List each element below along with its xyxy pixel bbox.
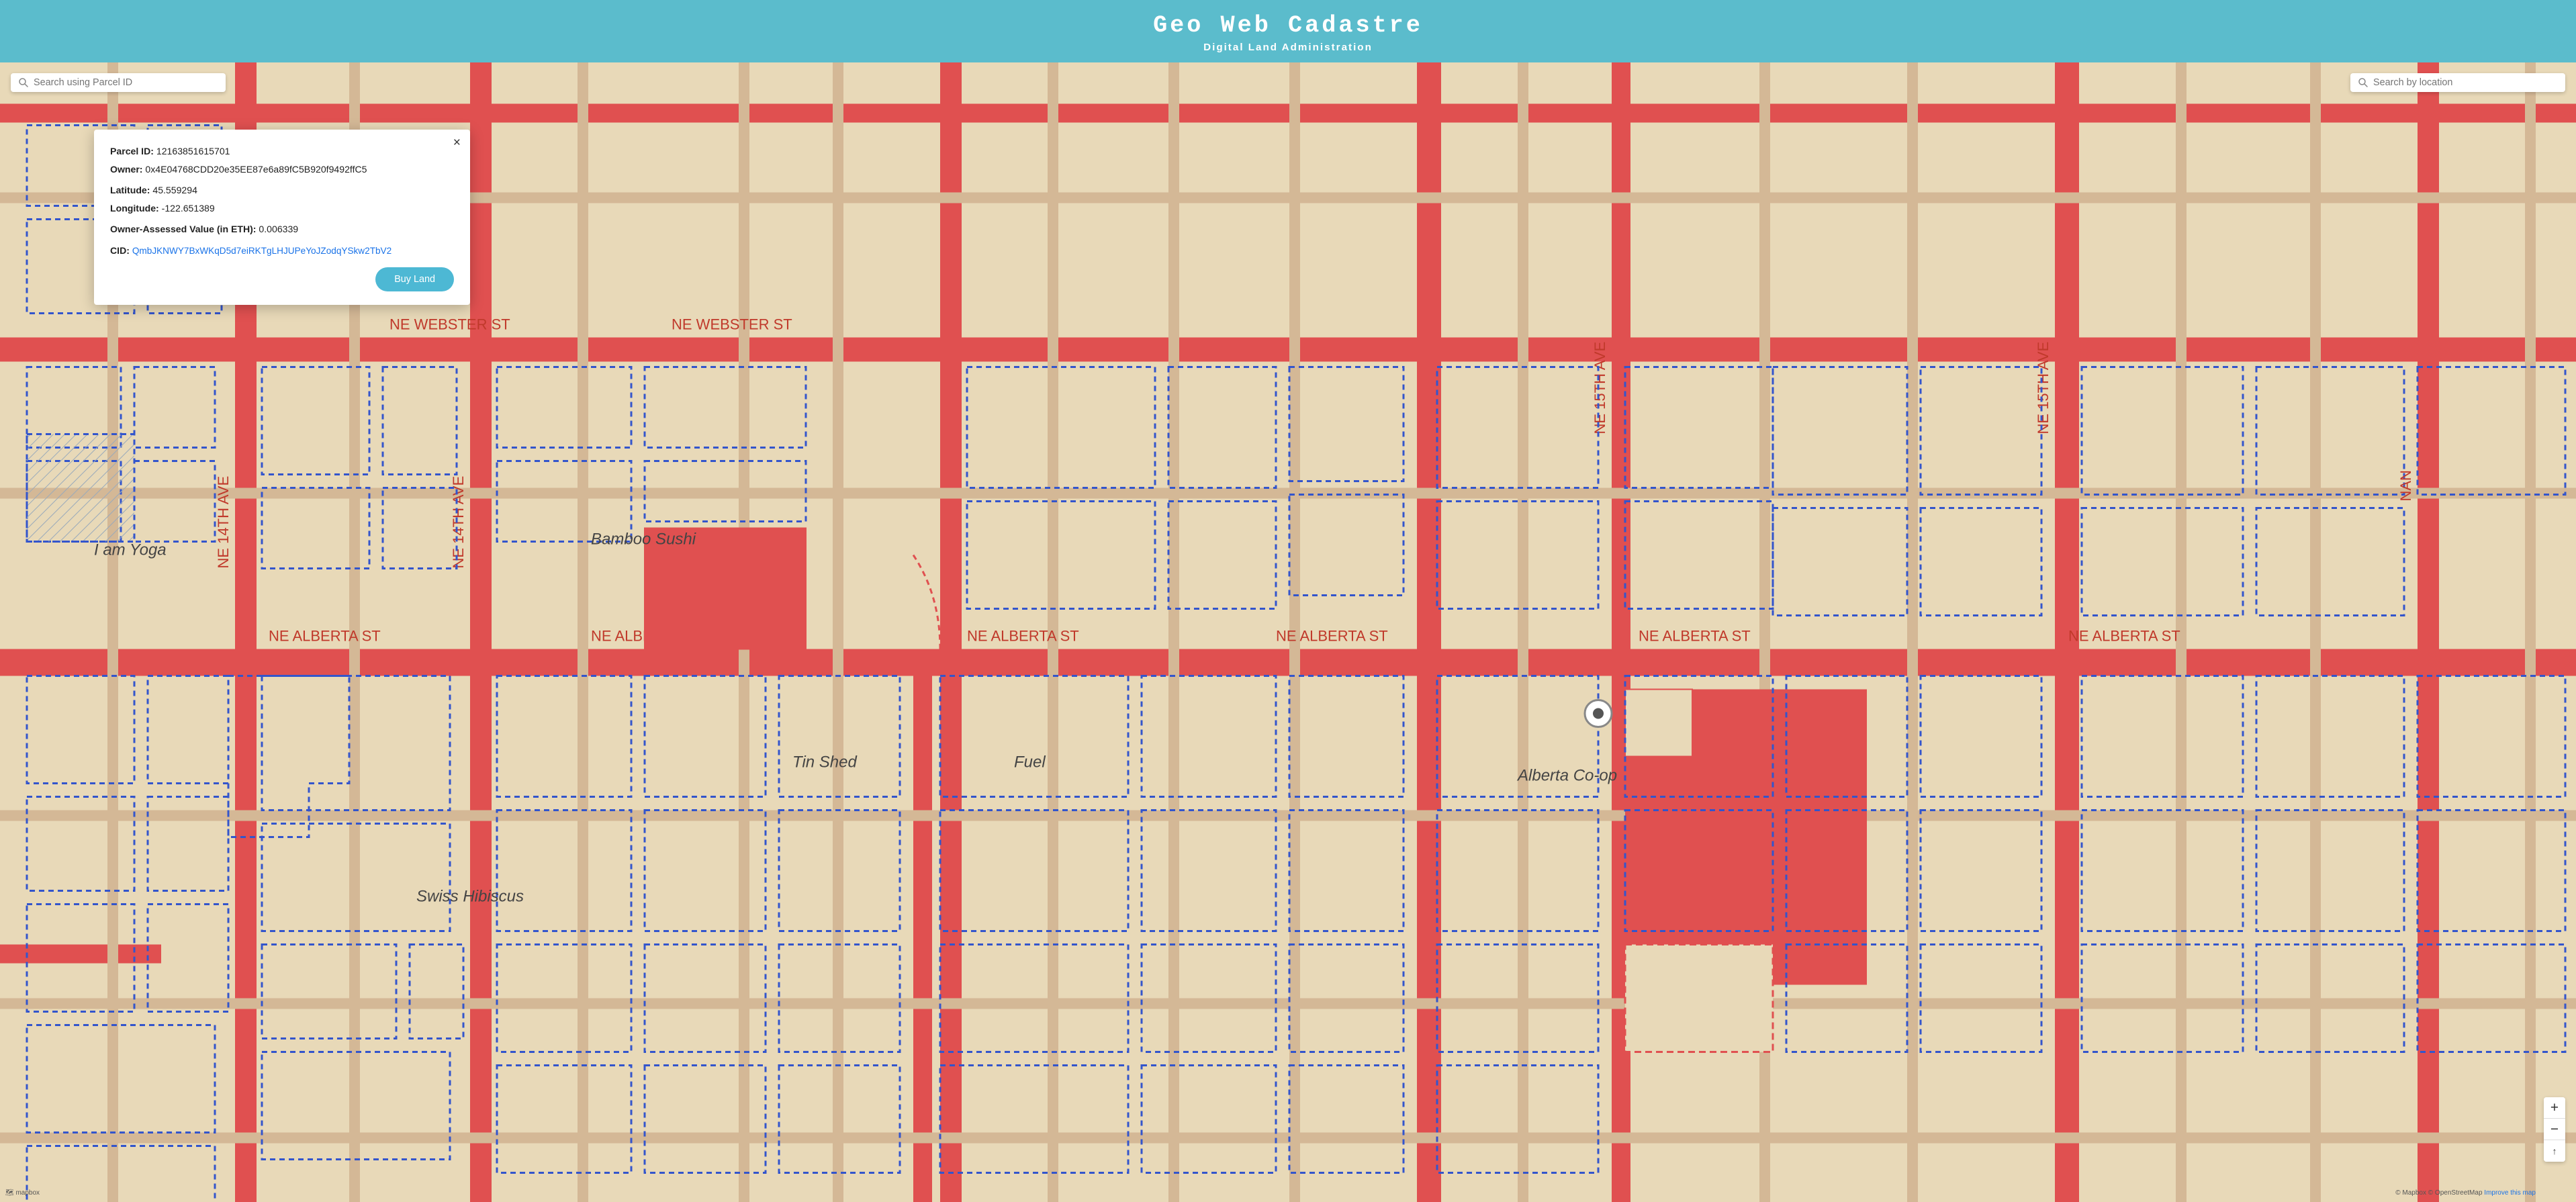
osm-attribution: © OpenStreetMap — [2428, 1189, 2483, 1197]
zoom-in-button[interactable]: + — [2544, 1097, 2565, 1119]
mapbox-logo-text: 🗺 mapbox — [5, 1189, 40, 1197]
svg-text:NE ALBERTA ST: NE ALBERTA ST — [967, 628, 1079, 645]
zoom-controls: + − ↑ — [2544, 1097, 2565, 1162]
svg-text:Bamboo Sushi: Bamboo Sushi — [591, 530, 696, 549]
svg-text:NE ALBERTA ST: NE ALBERTA ST — [1639, 628, 1751, 645]
svg-text:NE ALBERTA ST: NE ALBERTA ST — [1276, 628, 1388, 645]
mapbox-logo: 🗺 mapbox — [5, 1189, 40, 1197]
north-button[interactable]: ↑ — [2544, 1140, 2565, 1162]
parcel-id-input[interactable] — [34, 77, 218, 88]
owner-row: Owner: 0x4E04768CDD20e35EE87e6a89fC5B920… — [110, 163, 454, 177]
svg-text:NE WEBSTER ST: NE WEBSTER ST — [389, 316, 510, 333]
svg-text:Swiss Hibiscus: Swiss Hibiscus — [416, 888, 524, 906]
latitude-row: Latitude: 45.559294 — [110, 183, 454, 197]
longitude-row: Longitude: -122.651389 — [110, 201, 454, 216]
longitude-value: -122.651389 — [162, 203, 215, 214]
svg-text:Fuel: Fuel — [1014, 753, 1046, 772]
oav-row: Owner-Assessed Value (in ETH): 0.006339 — [110, 222, 454, 236]
app-header: Geo Web Cadastre Digital Land Administra… — [0, 0, 2576, 62]
parcel-id-label: Parcel ID: — [110, 146, 154, 156]
cid-link[interactable]: QmbJKNWY7BxWKqD5d7eiRKTgLHJUPeYoJZodqYSk… — [132, 246, 392, 256]
location-input[interactable] — [2373, 77, 2557, 88]
svg-text:NE ALBERTA ST: NE ALBERTA ST — [269, 628, 381, 645]
svg-text:Tin Shed: Tin Shed — [792, 753, 858, 772]
owner-value: 0x4E04768CDD20e35EE87e6a89fC5B920f9492ff… — [145, 164, 367, 175]
owner-label: Owner: — [110, 164, 143, 175]
buy-land-button[interactable]: Buy Land — [375, 267, 454, 291]
zoom-out-button[interactable]: − — [2544, 1119, 2565, 1140]
improve-map-link[interactable]: Improve this map — [2484, 1189, 2536, 1197]
close-popup-button[interactable]: × — [453, 136, 461, 149]
latitude-value: 45.559294 — [152, 185, 197, 195]
cid-section: CID: QmbJKNWY7BxWKqD5d7eiRKTgLHJUPeYoJZo… — [110, 244, 454, 258]
svg-text:NE WEBSTER ST: NE WEBSTER ST — [672, 316, 792, 333]
app-title: Geo Web Cadastre — [0, 12, 2576, 39]
map-container[interactable]: NE WEBSTER ST NE WEBSTER ST NE ALBERTA S… — [0, 62, 2576, 1202]
map-attribution: © Mapbox © OpenStreetMap Improve this ma… — [2395, 1189, 2536, 1197]
svg-text:NAN: NAN — [2397, 470, 2414, 501]
search-location-icon — [2358, 78, 2368, 87]
app-subtitle: Digital Land Administration — [0, 42, 2576, 53]
svg-text:NE 15TH AVE: NE 15TH AVE — [1592, 342, 1608, 434]
search-parcel-bar — [11, 73, 226, 92]
parcel-popup: × Parcel ID: 12163851615701 Owner: 0x4E0… — [94, 130, 470, 305]
svg-text:NE 15TH AVE: NE 15TH AVE — [2035, 342, 2052, 434]
svg-text:I am Yoga: I am Yoga — [94, 541, 167, 559]
parcel-id-value: 12163851615701 — [156, 146, 230, 156]
search-icon — [19, 78, 28, 87]
latitude-label: Latitude: — [110, 185, 150, 195]
cid-row: CID: QmbJKNWY7BxWKqD5d7eiRKTgLHJUPeYoJZo… — [110, 244, 454, 258]
search-location-bar — [2350, 73, 2565, 92]
parcel-id-row: Parcel ID: 12163851615701 — [110, 144, 454, 158]
longitude-label: Longitude: — [110, 203, 159, 214]
svg-text:NE 14TH AVE: NE 14TH AVE — [215, 476, 232, 569]
svg-text:Alberta Co-op: Alberta Co-op — [1516, 767, 1617, 785]
oav-label: Owner-Assessed Value (in ETH): — [110, 224, 257, 234]
oav-value: 0.006339 — [259, 224, 298, 234]
cid-label: CID: — [110, 245, 130, 256]
svg-text:NE 14TH AVE: NE 14TH AVE — [450, 476, 467, 569]
mapbox-attribution: © Mapbox — [2395, 1189, 2426, 1197]
svg-text:NE ALBERTA ST: NE ALBERTA ST — [2068, 628, 2180, 645]
